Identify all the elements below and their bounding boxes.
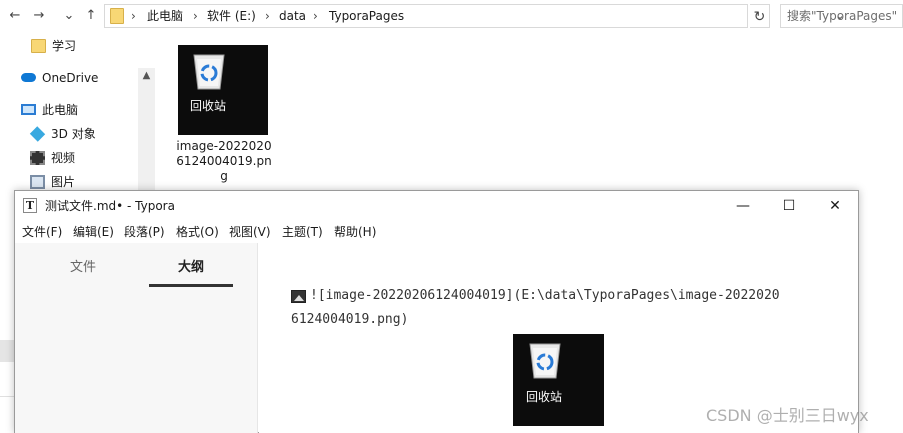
typora-app-icon: T	[23, 198, 37, 213]
onedrive-cloud-icon	[21, 73, 36, 82]
video-icon	[30, 151, 45, 165]
explorer-left-edge	[0, 340, 15, 362]
active-tab-indicator	[149, 284, 233, 287]
recycle-bin-icon	[191, 51, 227, 91]
breadcrumb-data[interactable]: data	[279, 5, 306, 27]
folder-icon	[110, 8, 124, 24]
typora-sidebar: 文件 大纲	[15, 243, 258, 433]
typora-window: T 测试文件.md• - Typora — ☐ ✕ 文件(F) 编辑(E) 段落…	[14, 190, 859, 433]
close-icon[interactable]: ✕	[812, 191, 858, 221]
menu-help[interactable]: 帮助(H)	[334, 221, 376, 243]
menu-theme[interactable]: 主题(T)	[282, 221, 323, 243]
image-preview[interactable]: 回收站	[513, 334, 604, 426]
folder-icon	[31, 39, 46, 53]
menu-view[interactable]: 视图(V)	[229, 221, 271, 243]
breadcrumb-this-pc[interactable]: 此电脑	[147, 5, 183, 27]
recycle-bin-label: 回收站	[190, 99, 227, 113]
menu-bar: 文件(F) 编辑(E) 段落(P) 格式(O) 视图(V) 主题(T) 帮助(H…	[15, 221, 858, 243]
address-bar[interactable]: › 此电脑 › 软件 (E:) › data › TyporaPages ⌄	[104, 4, 845, 28]
breadcrumb-drive-e[interactable]: 软件 (E:)	[207, 5, 256, 27]
search-input[interactable]: 搜索"TyporaPages"	[780, 4, 903, 28]
back-arrow-icon[interactable]: ←	[6, 6, 24, 26]
file-name: image-20220206124004019.png	[176, 139, 272, 183]
markdown-source-line[interactable]: 6124004019.png)	[291, 312, 408, 327]
chevron-right-icon: ›	[131, 9, 136, 23]
menu-file[interactable]: 文件(F)	[22, 221, 62, 243]
nav-item-label: 学习	[52, 39, 77, 53]
tab-outline[interactable]: 大纲	[149, 257, 233, 279]
chevron-right-icon: ›	[193, 9, 198, 23]
markdown-source-line[interactable]: ![image-20220206124004019](E:\data\Typor…	[310, 288, 780, 303]
chevron-right-icon: ›	[313, 9, 318, 23]
nav-item-label: 视频	[51, 151, 76, 165]
this-pc-icon	[21, 104, 36, 115]
recycle-bin-label: 回收站	[526, 390, 563, 404]
menu-paragraph[interactable]: 段落(P)	[124, 221, 165, 243]
3d-objects-icon	[29, 126, 46, 142]
csdn-watermark: CSDN @士别三日wyx	[706, 406, 869, 425]
chevron-right-icon: ›	[265, 9, 270, 23]
breadcrumb-typorapages[interactable]: TyporaPages	[329, 5, 404, 27]
title-bar[interactable]: T 测试文件.md• - Typora — ☐ ✕	[15, 191, 858, 221]
image-icon	[291, 290, 306, 303]
recent-locations-chevron-icon[interactable]: ⌄	[60, 6, 78, 26]
address-toolbar: ← → ⌄ ↑ › 此电脑 › 软件 (E:) › data › TyporaP…	[0, 0, 903, 32]
scroll-up-arrow-icon[interactable]: ▲	[138, 68, 155, 84]
file-item-png[interactable]: 回收站 image-20220206124004019.png	[176, 42, 276, 192]
explorer-status-edge	[0, 396, 15, 433]
maximize-icon[interactable]: ☐	[766, 191, 812, 221]
forward-arrow-icon[interactable]: →	[30, 6, 48, 26]
window-title: 测试文件.md• - Typora	[45, 199, 175, 213]
refresh-icon[interactable]: ↻	[750, 4, 770, 28]
nav-item-label: 此电脑	[42, 103, 79, 117]
nav-item-label: 3D 对象	[51, 127, 96, 141]
image-thumbnail: 回收站	[178, 45, 268, 135]
recycle-bin-icon	[527, 340, 563, 380]
up-arrow-icon[interactable]: ↑	[82, 6, 100, 26]
pictures-icon	[30, 175, 45, 189]
menu-format[interactable]: 格式(O)	[176, 221, 219, 243]
minimize-icon[interactable]: —	[720, 191, 766, 221]
tab-files[interactable]: 文件	[41, 257, 125, 279]
menu-edit[interactable]: 编辑(E)	[73, 221, 114, 243]
nav-item-label: OneDrive	[42, 71, 99, 85]
